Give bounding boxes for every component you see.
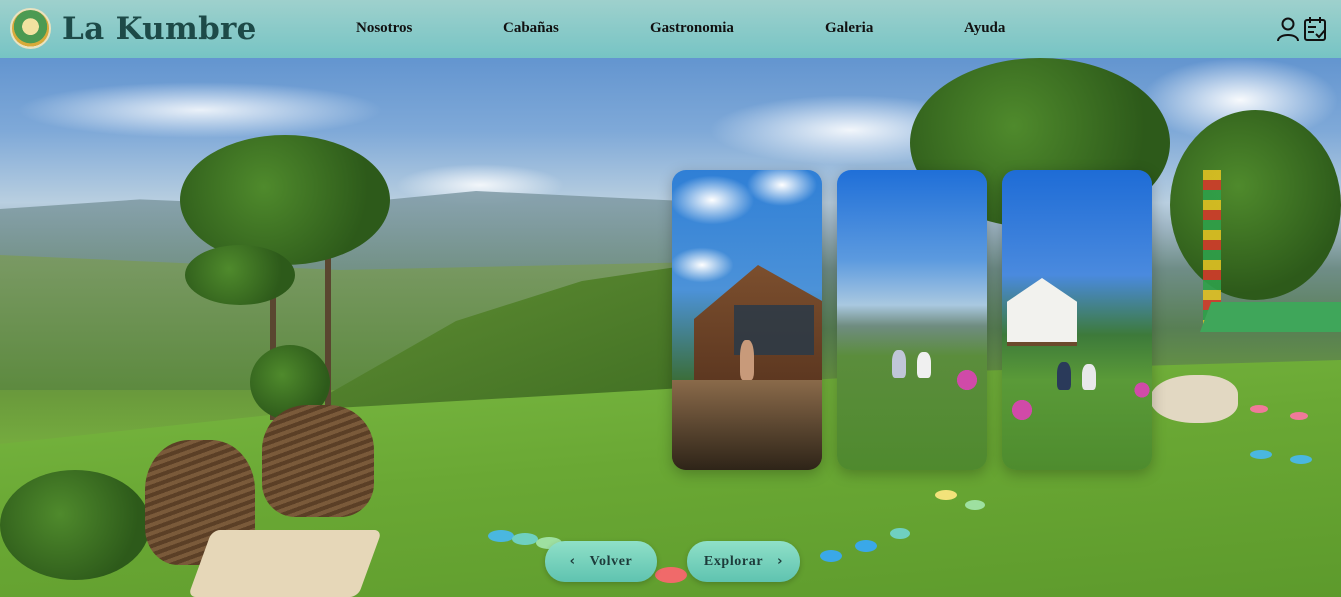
green-roof: [1200, 302, 1341, 332]
user-icon[interactable]: [1276, 16, 1300, 42]
flowers: [1127, 375, 1152, 405]
gallery-card-cottage[interactable]: [1002, 170, 1152, 470]
painted-stone: [512, 533, 538, 545]
flowers: [947, 360, 987, 400]
tree: [1170, 110, 1341, 300]
gallery-card-cabin[interactable]: [672, 170, 822, 470]
wooden-deck: [672, 380, 822, 470]
person: [917, 352, 931, 378]
painted-stone: [655, 567, 687, 583]
tree: [180, 135, 390, 265]
brand-name[interactable]: La Kumbre: [62, 11, 257, 47]
stone-walkway: [1150, 375, 1238, 423]
nav-link-ayuda[interactable]: Ayuda: [964, 20, 1005, 37]
painted-stone: [890, 528, 910, 539]
basket-decoration: [262, 405, 374, 517]
logo-emblem-icon[interactable]: [10, 8, 51, 49]
painted-stone: [1290, 412, 1308, 420]
flowers: [1002, 390, 1042, 430]
tree: [185, 245, 295, 305]
painted-stone: [855, 540, 877, 552]
nav-link-gastronomia[interactable]: Gastronomia: [650, 20, 734, 37]
painted-stone: [1290, 455, 1312, 464]
back-button[interactable]: ‹ Volver: [545, 541, 657, 582]
painted-stone: [1250, 450, 1272, 459]
bush: [0, 470, 150, 580]
cottage-image: [1007, 278, 1077, 346]
nav-link-cabanas[interactable]: Cabañas: [503, 20, 559, 37]
painted-stone: [965, 500, 985, 510]
person: [892, 350, 906, 378]
back-button-label: Volver: [589, 553, 633, 569]
explore-button[interactable]: Explorar ›: [687, 541, 800, 582]
navbar: La Kumbre Nosotros Cabañas Gastronomia G…: [0, 0, 1341, 58]
stone-walkway: [187, 530, 383, 597]
painted-stone: [935, 490, 957, 500]
person: [1057, 362, 1071, 390]
gallery-card-view[interactable]: [837, 170, 987, 470]
nav-link-nosotros[interactable]: Nosotros: [356, 20, 412, 37]
chevron-left-icon: ‹: [569, 554, 576, 569]
painted-stone: [820, 550, 842, 562]
nav-link-galeria[interactable]: Galeria: [825, 20, 873, 37]
calendar-check-icon[interactable]: [1303, 16, 1327, 42]
chevron-right-icon: ›: [777, 554, 784, 569]
painted-stone: [488, 530, 514, 542]
person: [1082, 364, 1096, 390]
person: [740, 340, 754, 380]
painted-stone: [1250, 405, 1268, 413]
explore-button-label: Explorar: [703, 553, 764, 569]
